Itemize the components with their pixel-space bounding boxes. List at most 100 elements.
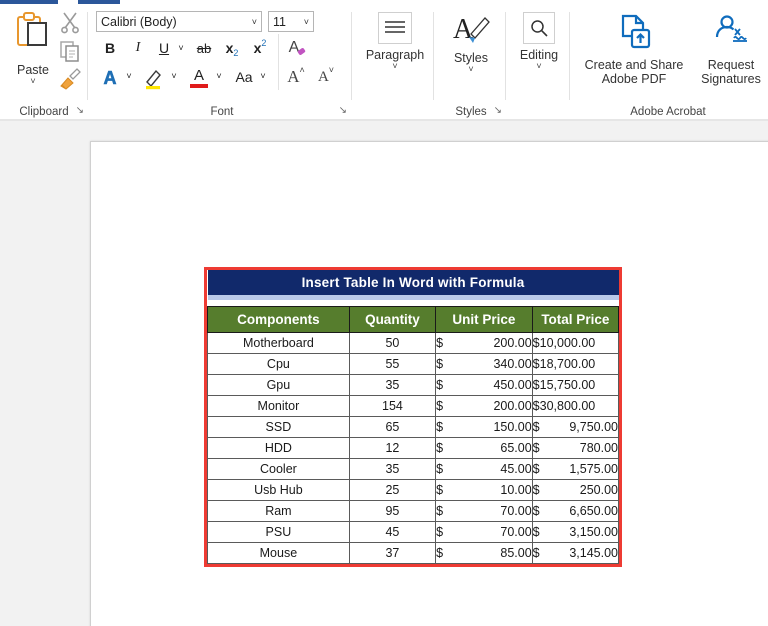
unit-price-amount: 70.00 bbox=[500, 503, 532, 518]
word-table-selected[interactable]: Insert Table In Word with Formula Compon… bbox=[204, 267, 622, 567]
editing-button[interactable]: Editing ˅ bbox=[511, 12, 567, 71]
document-page[interactable]: Insert Table In Word with Formula Compon… bbox=[90, 141, 768, 626]
copy-icon bbox=[60, 41, 79, 62]
underline-button[interactable]: U bbox=[154, 38, 174, 58]
font-name-value: Calibri (Body) bbox=[101, 14, 177, 29]
copy-button[interactable] bbox=[58, 39, 84, 65]
cell-total-price: $18,700.00 bbox=[531, 352, 620, 375]
ribbon-group-paragraph: Paragraph ˅ bbox=[356, 4, 434, 120]
styles-button[interactable]: A Styles ˅ bbox=[441, 12, 501, 74]
total-price-amount: 780.00 bbox=[579, 440, 618, 455]
paste-dropdown-caret[interactable]: ˅ bbox=[8, 77, 58, 86]
column-header-components: Components bbox=[207, 305, 350, 333]
change-case-button[interactable]: Aa bbox=[231, 66, 257, 88]
unit-price-currency: $ bbox=[436, 398, 444, 413]
table-body: Motherboard 50 $200.00 $10,000.00 Cpu 55 $340.… bbox=[207, 331, 620, 564]
paste-button[interactable]: Paste ˅ bbox=[8, 10, 58, 96]
ribbon-group-adobe-acrobat: Create and Share Adobe PDF Request Signa… bbox=[574, 4, 768, 120]
cell-component: Gpu bbox=[207, 373, 350, 396]
table-row[interactable]: Motherboard 50 $200.00 $10,000.00 bbox=[207, 331, 620, 354]
subscript-button[interactable]: x2 bbox=[221, 38, 243, 58]
superscript-button[interactable]: x2 bbox=[249, 38, 271, 58]
table-row[interactable]: Usb Hub 25 $10.00 $250.00 bbox=[207, 478, 620, 501]
editing-caret[interactable]: ˅ bbox=[511, 62, 567, 71]
styles-caret[interactable]: ˅ bbox=[441, 65, 501, 74]
styles-dialog-launcher[interactable]: ↘ bbox=[494, 105, 502, 116]
cell-unit-price: $45.00 bbox=[435, 457, 533, 480]
table-row[interactable]: HDD 12 $65.00 $780.00 bbox=[207, 436, 620, 459]
cell-unit-price: $450.00 bbox=[435, 373, 533, 396]
cell-quantity: 95 bbox=[348, 499, 437, 522]
text-effects-caret[interactable]: ˅ bbox=[123, 68, 135, 84]
request-signatures-line2: Signatures bbox=[701, 72, 761, 86]
table-row[interactable]: PSU 45 $70.00 $3,150.00 bbox=[207, 520, 620, 543]
shrink-font-button[interactable]: A ˅ bbox=[314, 65, 338, 89]
paragraph-caret[interactable]: ˅ bbox=[362, 62, 428, 71]
bold-button[interactable]: B bbox=[100, 38, 120, 58]
cell-unit-price: $340.00 bbox=[435, 352, 533, 375]
cell-component: Usb Hub bbox=[207, 478, 350, 501]
table-title: Insert Table In Word with Formula bbox=[207, 270, 619, 300]
cell-component: Ram bbox=[207, 499, 350, 522]
cell-component: HDD bbox=[207, 436, 350, 459]
font-dialog-launcher[interactable]: ↘ bbox=[339, 105, 347, 116]
table-row[interactable]: Mouse 37 $85.00 $3,145.00 bbox=[207, 541, 620, 564]
ribbon-group-font: Calibri (Body) ˅ 11 ˅ B I U ˅ ab x2 x2 A bbox=[92, 4, 352, 120]
grow-font-button[interactable]: A ˄ bbox=[284, 65, 308, 89]
table-header-row: Components Quantity Unit Price Total Pri… bbox=[207, 305, 620, 333]
table-title-row: Insert Table In Word with Formula bbox=[207, 270, 619, 300]
table-spacer-row bbox=[207, 297, 619, 306]
request-signatures-icon bbox=[715, 15, 747, 42]
font-size-combobox[interactable]: 11 ˅ bbox=[268, 11, 314, 32]
font-color-button[interactable]: A bbox=[187, 66, 211, 90]
paragraph-button[interactable]: Paragraph ˅ bbox=[362, 12, 428, 71]
total-price-currency: $ bbox=[532, 440, 540, 455]
change-case-caret[interactable]: ˅ bbox=[257, 68, 269, 84]
paste-icon bbox=[17, 12, 47, 46]
column-header-quantity: Quantity bbox=[348, 305, 437, 333]
cell-component: PSU bbox=[207, 520, 350, 543]
create-and-share-adobe-pdf-button[interactable]: Create and Share Adobe PDF bbox=[580, 14, 688, 86]
total-price-currency: $ bbox=[532, 482, 540, 497]
cell-total-price: $250.00 bbox=[531, 478, 620, 501]
font-row-separator bbox=[278, 34, 279, 62]
shrink-font-glyph: A bbox=[317, 68, 329, 85]
group-separator bbox=[351, 12, 352, 100]
highlight-button[interactable] bbox=[142, 66, 166, 90]
cell-component: Cpu bbox=[207, 352, 350, 375]
chevron-down-icon[interactable]: ˅ bbox=[304, 17, 309, 27]
total-price-currency: $ bbox=[532, 419, 540, 434]
table-row[interactable]: Cpu 55 $340.00 $18,700.00 bbox=[207, 352, 620, 375]
cell-quantity: 37 bbox=[348, 541, 437, 564]
highlight-caret[interactable]: ˅ bbox=[168, 68, 180, 84]
acrobat-group-label: Adobe Acrobat bbox=[630, 106, 706, 118]
clear-formatting-button[interactable]: A bbox=[286, 37, 310, 59]
unit-price-currency: $ bbox=[436, 335, 444, 350]
chevron-down-icon[interactable]: ˅ bbox=[252, 17, 257, 27]
cell-component: Motherboard bbox=[207, 331, 350, 354]
format-painter-button[interactable] bbox=[58, 67, 84, 93]
word-window: Paste ˅ Clipboard ↘ Calibri (Body) ˅ 11 … bbox=[0, 0, 768, 626]
cut-button[interactable] bbox=[58, 10, 84, 36]
request-signatures-button[interactable]: Request Signatures bbox=[696, 14, 766, 86]
text-effects-button[interactable]: A bbox=[98, 66, 122, 90]
unit-price-amount: 450.00 bbox=[493, 377, 532, 392]
unit-price-amount: 65.00 bbox=[500, 440, 532, 455]
table-row[interactable]: Monitor 154 $200.00 $30,800.00 bbox=[207, 394, 620, 417]
underline-dropdown-caret[interactable]: ˅ bbox=[175, 40, 187, 56]
total-price-currency: $10,000.00 bbox=[532, 335, 596, 350]
font-color-caret[interactable]: ˅ bbox=[213, 68, 225, 84]
request-signatures-line1: Request bbox=[707, 58, 755, 72]
table-row[interactable]: Ram 95 $70.00 $6,650.00 bbox=[207, 499, 620, 522]
unit-price-amount: 45.00 bbox=[500, 461, 532, 476]
clipboard-dialog-launcher[interactable]: ↘ bbox=[76, 105, 84, 116]
unit-price-currency: $ bbox=[436, 524, 444, 539]
unit-price-currency: $ bbox=[436, 419, 444, 434]
table-row[interactable]: Cooler 35 $45.00 $1,575.00 bbox=[207, 457, 620, 480]
table-row[interactable]: SSD 65 $150.00 $9,750.00 bbox=[207, 415, 620, 438]
group-separator bbox=[87, 12, 88, 100]
font-name-combobox[interactable]: Calibri (Body) ˅ bbox=[96, 11, 262, 32]
strikethrough-button[interactable]: ab bbox=[193, 38, 215, 58]
italic-button[interactable]: I bbox=[128, 38, 148, 58]
table-row[interactable]: Gpu 35 $450.00 $15,750.00 bbox=[207, 373, 620, 396]
